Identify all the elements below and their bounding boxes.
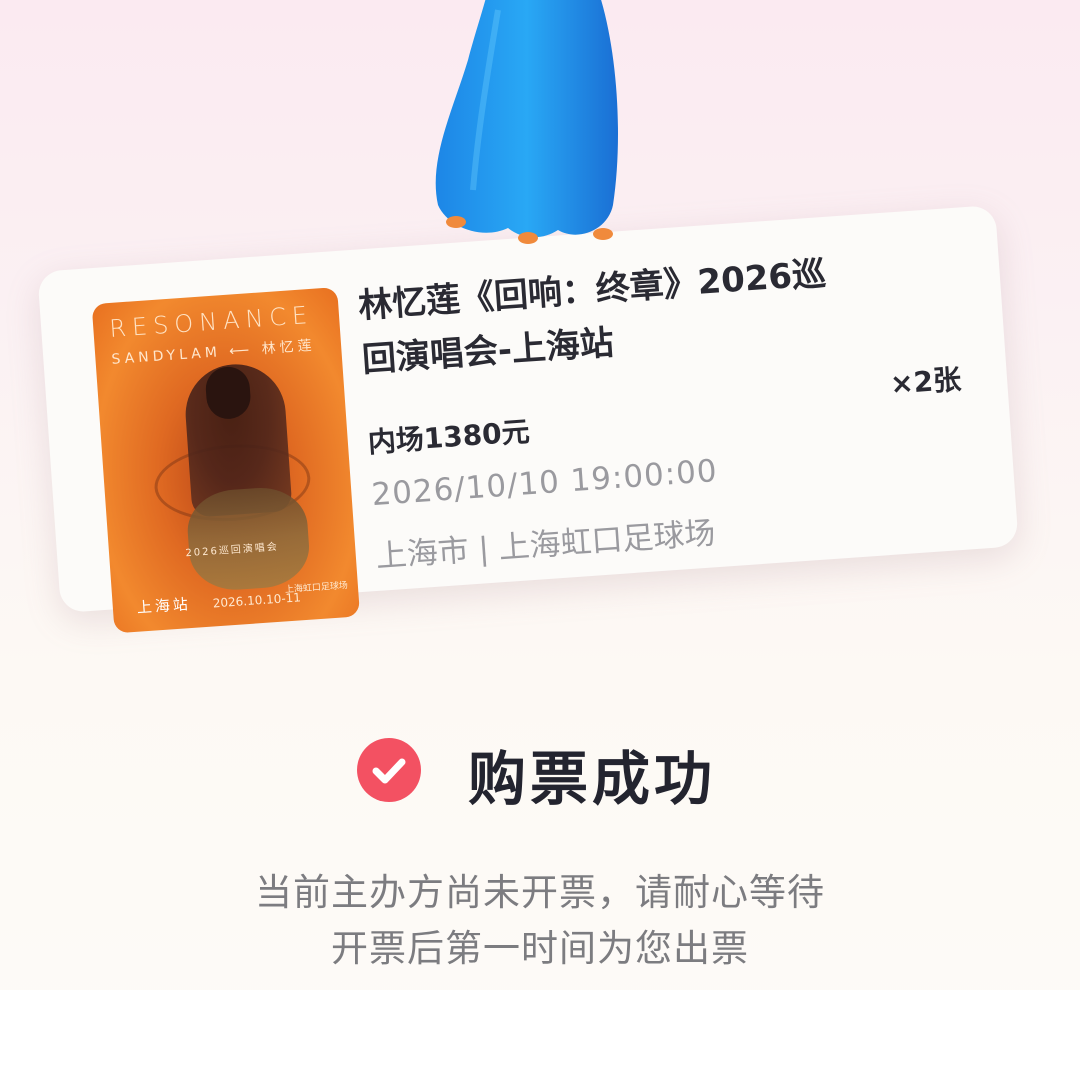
status-message-line1: 当前主办方尚未开票，请耐心等待 — [255, 871, 825, 914]
status-message-line2: 开票后第一时间为您出票 — [331, 927, 749, 970]
mascot-figure — [435, 0, 618, 244]
ticket-quantity: ×2张 — [889, 362, 963, 401]
poster-city: 上海站 — [136, 595, 192, 617]
ticket-price: 内场1380元 — [366, 414, 531, 460]
ticket-card[interactable]: RESONANCE SANDYLAM ⟵ 林忆莲 2026巡回演唱会 上海虹口足… — [37, 204, 1019, 634]
purchase-status: 购票成功 — [0, 730, 1080, 813]
event-title: 林忆莲《回响：终章》2026巡 回演唱会-上海站 — [357, 241, 923, 388]
success-title: 购票成功 — [468, 745, 717, 813]
event-title-line2: 回演唱会-上海站 — [360, 322, 616, 381]
event-datetime: 2026/10/10 19:00:00 — [370, 452, 719, 514]
check-circle-icon — [357, 738, 421, 802]
bottom-area — [0, 990, 1080, 1080]
poster-date: 2026.10.10-11 — [212, 590, 302, 611]
event-poster: RESONANCE SANDYLAM ⟵ 林忆莲 2026巡回演唱会 上海虹口足… — [91, 287, 361, 634]
event-location: 上海市 | 上海虹口足球场 — [374, 515, 717, 575]
ticket-info: 林忆莲《回响：终章》2026巡 回演唱会-上海站 — [357, 241, 923, 388]
event-title-line1: 林忆莲《回响：终章》2026巡 — [357, 253, 828, 327]
